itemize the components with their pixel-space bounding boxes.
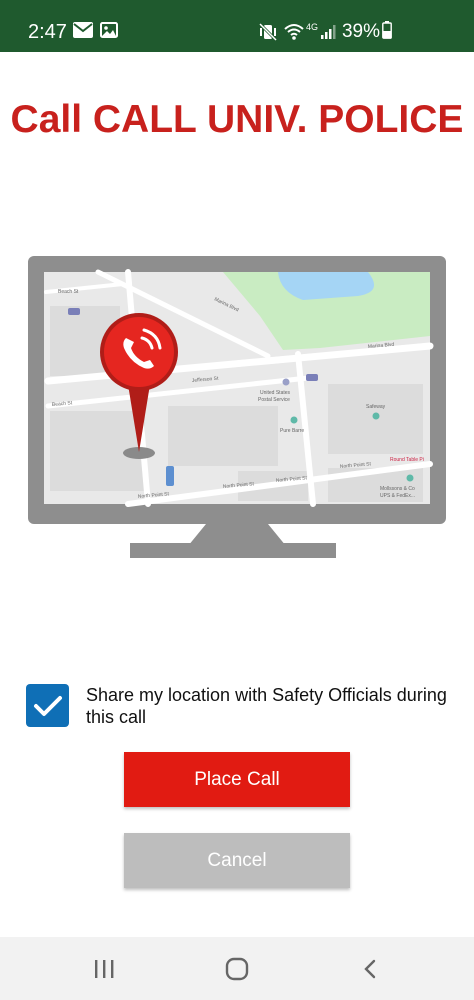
page-title: Call CALL UNIV. POLICE: [10, 98, 464, 141]
share-location-checkbox[interactable]: [26, 684, 69, 727]
map-label: Safeway: [366, 404, 386, 410]
home-icon: [225, 957, 249, 981]
status-time: 2:47: [28, 21, 67, 43]
battery-percent: 39%: [341, 21, 380, 42]
back-button[interactable]: [340, 951, 400, 987]
share-location-row[interactable]: Share my location with Safety Officials …: [26, 684, 456, 732]
share-location-label: Share my location with Safety Officials …: [86, 685, 447, 727]
map-label: Mollssons & Co: [380, 486, 415, 492]
cancel-button[interactable]: Cancel: [124, 833, 350, 888]
navigation-bar: [0, 937, 474, 1000]
mail-icon: [73, 22, 93, 43]
map-label: Postal Service: [258, 397, 290, 403]
map-monitor-illustration: Beach St Marina Blvd Marina Blvd Beach S…: [28, 256, 446, 558]
back-icon: [364, 959, 376, 979]
image-icon: [100, 22, 118, 43]
map-label: Round Table Pi: [390, 457, 424, 463]
battery-icon: [382, 20, 392, 44]
status-left-icons: [73, 22, 118, 43]
map-label: Pure Barre: [280, 428, 304, 434]
recent-apps-icon: [95, 960, 114, 978]
signal-icon: [320, 24, 336, 40]
map-label: UPS & FedEx...: [380, 493, 415, 499]
status-right-icons: 4G 39%: [258, 18, 474, 46]
status-bar: 2:47 4G 39%: [0, 0, 474, 52]
network-type: 4G: [305, 22, 318, 32]
map-label: United States: [260, 390, 291, 396]
map-label: Beach St: [58, 289, 79, 295]
vibrate-mute-icon: [258, 22, 278, 42]
checkmark-icon: [33, 695, 62, 716]
recent-apps-button[interactable]: [74, 951, 134, 987]
place-call-button[interactable]: Place Call: [124, 752, 350, 807]
home-button[interactable]: [207, 951, 267, 987]
wifi-icon: [284, 23, 304, 41]
